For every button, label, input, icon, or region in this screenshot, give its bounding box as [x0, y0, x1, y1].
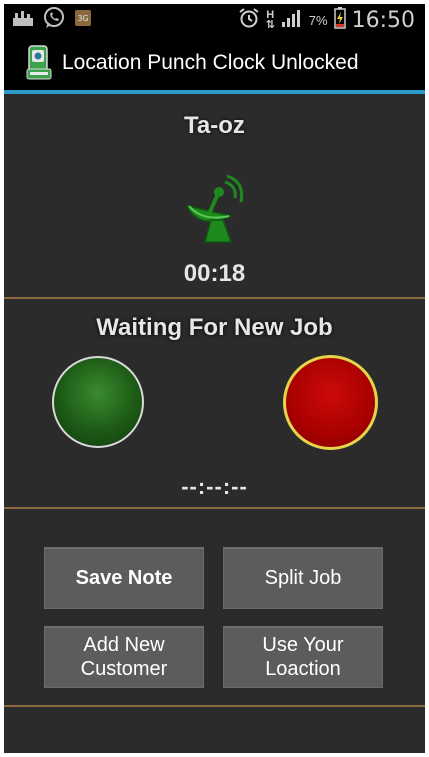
whatsapp-icon [42, 6, 66, 35]
app-title: Location Punch Clock Unlocked [62, 51, 359, 74]
divider-1 [4, 297, 425, 299]
3g-icon: 3G [74, 9, 92, 32]
location-name: Ta-oz [184, 112, 245, 139]
network-type-label: H [266, 9, 275, 21]
use-your-location-button[interactable]: Use Your Loaction [223, 626, 383, 688]
action-bar: Location Punch Clock Unlocked [4, 36, 425, 90]
clock: 16:50 [351, 7, 415, 33]
job-timer: 00:18 [183, 260, 246, 287]
elapsed-time: --:--:-- [181, 474, 248, 499]
job-status: Waiting For New Job [96, 314, 333, 341]
battery-percent: 7% [308, 12, 328, 28]
status-bar: 3G H ⇅ 7% 16:50 [4, 4, 425, 36]
start-job-button[interactable] [52, 356, 144, 448]
stop-job-button[interactable] [283, 355, 378, 450]
split-job-label: Split Job [264, 567, 342, 589]
h-network-icon: H ⇅ [265, 9, 275, 31]
split-job-button[interactable]: Split Job [223, 547, 383, 609]
system-icons: H ⇅ 7% 16:50 [238, 6, 415, 34]
save-note-label: Save Note [75, 567, 173, 589]
main-panel: Ta-oz 00:18 Waiting For New Job --:--:--… [4, 94, 425, 753]
phone-screen: 3G H ⇅ 7% 16:50 Location Punch Clock Unl… [4, 4, 425, 753]
svg-text:3G: 3G [77, 14, 88, 23]
usb-icon [12, 9, 34, 32]
add-new-customer-label-line2: Customer [80, 658, 168, 680]
satellite-dish-icon [179, 172, 251, 244]
signal-icon [281, 8, 303, 33]
use-location-label-line1: Use Your [262, 634, 344, 656]
app-logo-icon[interactable] [26, 45, 52, 81]
use-location-label-line2: Loaction [265, 658, 341, 680]
add-new-customer-button[interactable]: Add New Customer [44, 626, 204, 688]
bottom-area [4, 708, 425, 753]
notification-icons: 3G [12, 6, 92, 35]
add-new-customer-label-line1: Add New [83, 634, 165, 656]
divider-3 [4, 705, 425, 707]
alarm-icon [238, 7, 260, 34]
battery-charging-icon [333, 6, 346, 34]
save-note-button[interactable]: Save Note [44, 547, 204, 609]
divider-2 [4, 507, 425, 509]
